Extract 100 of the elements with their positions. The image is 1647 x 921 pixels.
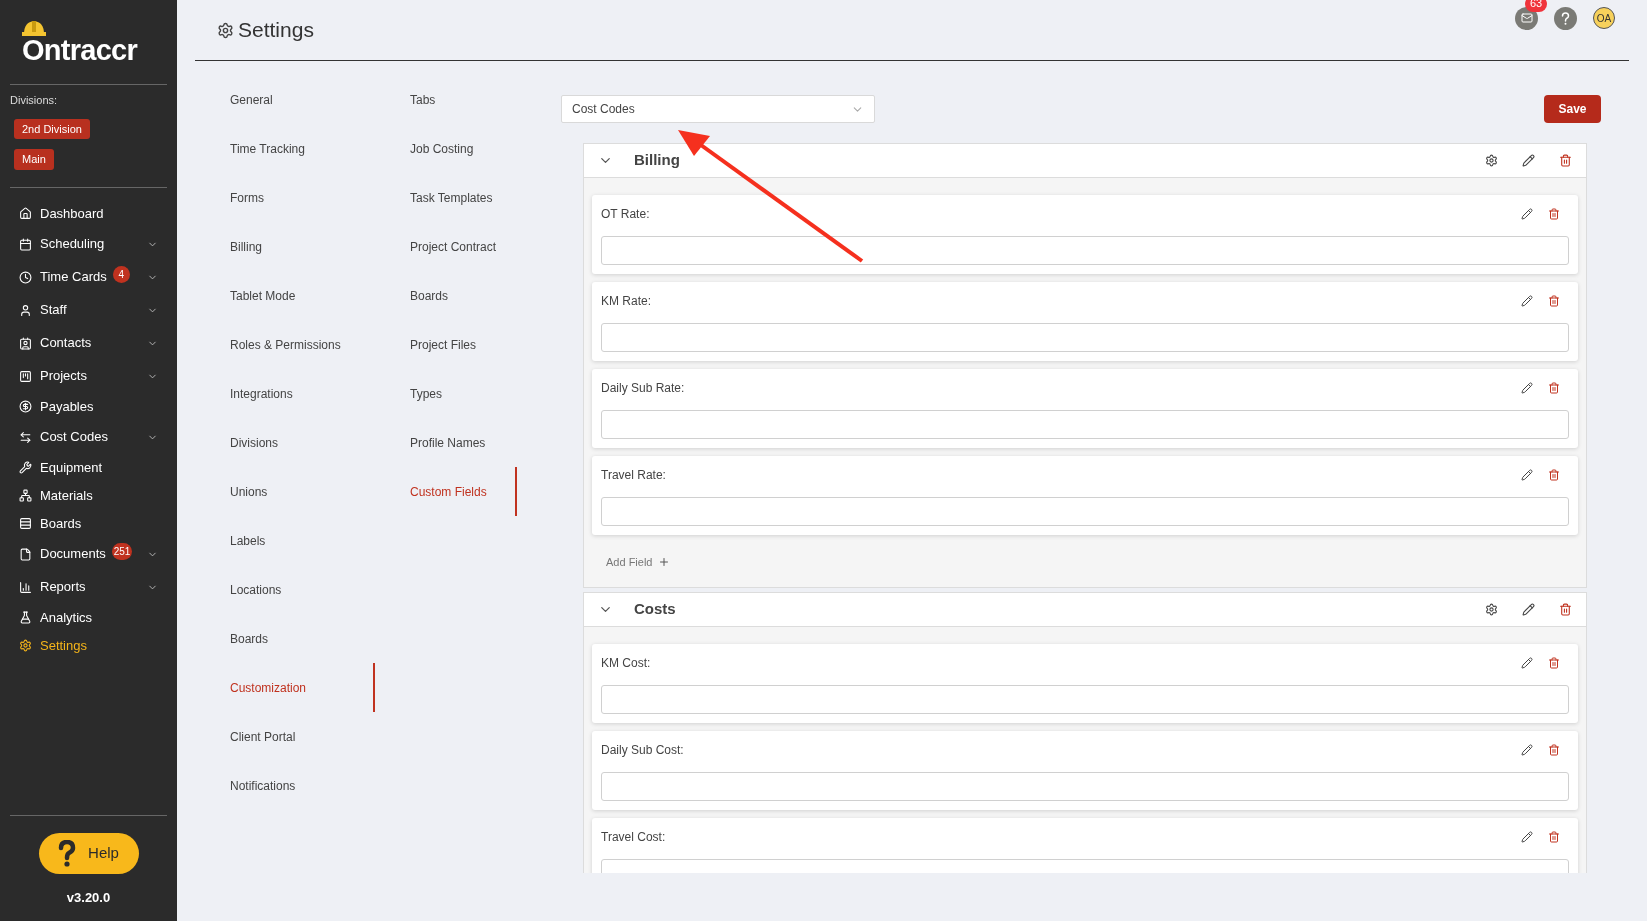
settings-nav-item[interactable]: Billing [195, 222, 375, 271]
contact-card-icon [19, 336, 32, 350]
settings-nav-item[interactable]: Project Files [375, 320, 517, 369]
sidebar-item[interactable]: Dashboard [0, 199, 177, 228]
settings-nav-item[interactable]: Labels [195, 516, 375, 565]
settings-nav-item[interactable]: Task Templates [375, 173, 517, 222]
dollar-icon [19, 400, 32, 413]
sidebar-item[interactable]: Materials [0, 481, 177, 510]
page-title: Settings [238, 17, 314, 44]
sidebar-item[interactable]: Staff [0, 293, 177, 327]
bar-chart-icon [19, 580, 32, 594]
field-label: OT Rate: [601, 206, 650, 223]
settings-nav-item[interactable]: Job Costing [375, 124, 517, 173]
brand-logo: Ontraccr [22, 35, 139, 65]
input-field[interactable] [601, 236, 1569, 265]
sidebar-item[interactable]: Boards [0, 509, 177, 538]
delete-icon[interactable] [1548, 469, 1560, 481]
settings-nav-item[interactable]: Customization [195, 663, 375, 712]
delete-icon[interactable] [1548, 831, 1560, 843]
edit-icon[interactable] [1522, 154, 1535, 167]
input-field[interactable] [601, 772, 1569, 801]
settings-icon[interactable] [1485, 154, 1498, 167]
division-tag[interactable]: 2nd Division [14, 118, 90, 139]
settings-nav-item[interactable]: Custom Fields [375, 467, 517, 516]
add-field-button[interactable]: Add Field [606, 553, 671, 571]
version-label: v3.20.0 [66, 888, 111, 907]
sidebar-item[interactable]: Reports [0, 570, 177, 604]
input-field[interactable] [601, 410, 1569, 439]
help-icon[interactable] [1554, 6, 1577, 30]
sidebar-item[interactable]: Time Cards 4 [0, 260, 177, 294]
settings-nav-item[interactable]: Tabs [375, 75, 517, 124]
settings-nav-item[interactable]: Profile Names [375, 418, 517, 467]
edit-icon[interactable] [1521, 469, 1533, 481]
delete-icon[interactable] [1548, 208, 1560, 220]
delete-icon[interactable] [1548, 295, 1560, 307]
notification-badge: 63 [1525, 0, 1548, 12]
rows-icon [19, 517, 32, 530]
settings-nav-item[interactable]: Client Portal [195, 712, 375, 761]
edit-icon[interactable] [1521, 831, 1533, 843]
edit-icon[interactable] [1522, 603, 1535, 616]
sidebar-item[interactable]: Settings [0, 631, 177, 660]
delete-icon[interactable] [1548, 657, 1560, 669]
gear-icon [19, 639, 32, 652]
flask-icon [19, 611, 32, 624]
section-title: Billing [634, 150, 680, 171]
division-tag[interactable]: Main [14, 149, 54, 170]
settings-icon[interactable] [1485, 603, 1498, 616]
sidebar-item[interactable]: Contacts [0, 326, 177, 360]
delete-icon[interactable] [1548, 382, 1560, 394]
sidebar-item[interactable]: Cost Codes [0, 420, 177, 454]
settings-nav-item[interactable]: Unions [195, 467, 375, 516]
edit-icon[interactable] [1521, 295, 1533, 307]
count-badge: 251 [111, 542, 133, 560]
count-badge: 4 [112, 265, 130, 283]
delete-icon[interactable] [1548, 744, 1560, 756]
board-icon [19, 369, 32, 383]
user-avatar[interactable]: OA [1593, 7, 1615, 29]
settings-icon [217, 21, 234, 39]
arrows-icon [19, 430, 32, 444]
settings-nav-item[interactable]: General [195, 75, 375, 124]
divisions-label: Divisions: [10, 93, 59, 108]
save-button[interactable]: Save [1544, 95, 1601, 123]
calendar-icon [19, 237, 32, 251]
sidebar-item[interactable]: Projects [0, 359, 177, 393]
settings-nav-item[interactable]: Forms [195, 173, 375, 222]
wrench-icon [19, 461, 32, 474]
settings-nav-item[interactable]: Notifications [195, 761, 375, 810]
settings-nav-item[interactable]: Boards [195, 614, 375, 663]
clock-icon [19, 270, 32, 284]
sidebar-item[interactable]: Scheduling [0, 227, 177, 261]
sidebar-item[interactable]: Payables [0, 392, 177, 421]
file-icon [19, 547, 32, 561]
settings-nav-item[interactable]: Locations [195, 565, 375, 614]
delete-icon[interactable] [1559, 154, 1572, 167]
settings-nav-item[interactable]: Roles & Permissions [195, 320, 375, 369]
sidebar-item[interactable]: Documents 251 [0, 537, 177, 571]
settings-nav-item[interactable]: Types [375, 369, 517, 418]
edit-icon[interactable] [1521, 382, 1533, 394]
hard-hat-icon [22, 19, 46, 36]
field-label: KM Rate: [601, 293, 651, 310]
sidebar-item[interactable]: Equipment [0, 453, 177, 482]
sidebar-item[interactable]: Analytics [0, 603, 177, 632]
settings-nav-item[interactable]: Integrations [195, 369, 375, 418]
settings-nav-item[interactable]: Divisions [195, 418, 375, 467]
type-dropdown[interactable]: Cost Codes [561, 95, 875, 123]
settings-nav-item[interactable]: Project Contract [375, 222, 517, 271]
mail-icon [1520, 12, 1533, 24]
settings-nav-item[interactable]: Time Tracking [195, 124, 375, 173]
input-field[interactable] [601, 497, 1569, 526]
mail-button[interactable] [1515, 6, 1538, 30]
edit-icon[interactable] [1521, 744, 1533, 756]
edit-icon[interactable] [1521, 208, 1533, 220]
help-button[interactable]: Help [38, 832, 139, 874]
settings-nav-item[interactable]: Tablet Mode [195, 271, 375, 320]
field-label: Daily Sub Rate: [601, 380, 685, 397]
edit-icon[interactable] [1521, 657, 1533, 669]
settings-nav-item[interactable]: Boards [375, 271, 517, 320]
delete-icon[interactable] [1559, 603, 1572, 616]
input-field[interactable] [601, 323, 1569, 352]
input-field[interactable] [601, 685, 1569, 714]
